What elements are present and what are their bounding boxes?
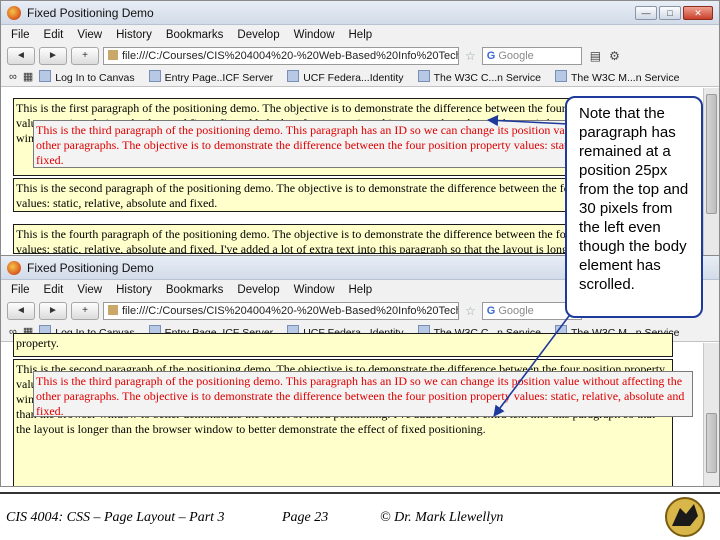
- menu-view[interactable]: View: [77, 29, 102, 41]
- window-title: Fixed Positioning Demo: [27, 260, 154, 275]
- menu-file[interactable]: File: [11, 29, 30, 41]
- menu-file[interactable]: File: [11, 284, 30, 296]
- menu-view[interactable]: View: [77, 284, 102, 296]
- window-controls: — □ ✕: [635, 5, 713, 20]
- forward-button[interactable]: ►: [39, 302, 67, 320]
- menu-edit[interactable]: Edit: [44, 284, 64, 296]
- scrollbar-thumb[interactable]: [706, 413, 717, 473]
- page-content: property. This is the second paragraph o…: [1, 333, 719, 486]
- file-icon: [108, 305, 118, 315]
- bookmark-item[interactable]: Entry Page..ICF Server: [149, 70, 274, 84]
- menu-develop[interactable]: Develop: [237, 284, 279, 296]
- menu-help[interactable]: Help: [349, 284, 373, 296]
- menu-edit[interactable]: Edit: [44, 29, 64, 41]
- page-icon[interactable]: ▤: [590, 49, 601, 63]
- google-icon: G: [486, 50, 496, 62]
- reading-glasses-icon[interactable]: ∞: [9, 71, 17, 83]
- file-icon: [108, 50, 118, 60]
- menu-window[interactable]: Window: [294, 284, 335, 296]
- vertical-scrollbar[interactable]: [703, 343, 719, 486]
- bookmark-item[interactable]: Log In to Canvas: [39, 70, 134, 84]
- grid-icon[interactable]: ▦: [23, 70, 33, 83]
- bookmark-star-icon[interactable]: ☆: [465, 304, 476, 318]
- new-tab-button[interactable]: +: [71, 47, 99, 65]
- firefox-icon: [7, 260, 21, 275]
- window-title: Fixed Positioning Demo: [27, 5, 154, 20]
- menu-develop[interactable]: Develop: [237, 29, 279, 41]
- menu-bar: File Edit View History Bookmarks Develop…: [1, 25, 719, 45]
- bookmark-item[interactable]: The W3C C...n Service: [418, 70, 541, 84]
- title-bar: Fixed Positioning Demo — □ ✕: [1, 1, 719, 25]
- address-bar[interactable]: file:///C:/Courses/CIS%204004%20-%20Web-…: [103, 302, 459, 320]
- forward-button[interactable]: ►: [39, 47, 67, 65]
- menu-history[interactable]: History: [116, 284, 152, 296]
- gear-icon[interactable]: ⚙: [609, 49, 620, 63]
- callout-note: Note that the paragraph has remained at …: [565, 96, 703, 318]
- bookmark-item[interactable]: UCF Federa...Identity: [287, 70, 403, 84]
- address-bar[interactable]: file:///C:/Courses/CIS%204004%20-%20Web-…: [103, 47, 459, 65]
- search-placeholder: Google: [498, 50, 534, 62]
- menu-bookmarks[interactable]: Bookmarks: [166, 29, 224, 41]
- menu-bookmarks[interactable]: Bookmarks: [166, 284, 224, 296]
- fixed-third-paragraph: This is the third paragraph of the posit…: [33, 371, 693, 417]
- bookmarks-bar: ∞ ▦ Log In to Canvas Entry Page..ICF Ser…: [1, 67, 719, 87]
- address-text: file:///C:/Courses/CIS%204004%20-%20Web-…: [122, 305, 459, 317]
- pegasus-logo-icon: [665, 497, 705, 537]
- scrolled-paragraph-tail: property.: [13, 333, 673, 357]
- google-icon: G: [486, 305, 496, 317]
- back-button[interactable]: ◄: [7, 47, 35, 65]
- address-text: file:///C:/Courses/CIS%204004%20-%20Web-…: [122, 50, 459, 62]
- bookmark-item[interactable]: The W3C M...n Service: [555, 70, 680, 84]
- maximize-button[interactable]: □: [659, 5, 681, 20]
- nav-bar: ◄ ► + file:///C:/Courses/CIS%204004%20-%…: [1, 45, 719, 67]
- scrollbar-thumb[interactable]: [706, 94, 717, 214]
- page-number: Page 23: [282, 510, 329, 525]
- menu-history[interactable]: History: [116, 29, 152, 41]
- back-button[interactable]: ◄: [7, 302, 35, 320]
- minimize-button[interactable]: —: [635, 5, 657, 20]
- search-input[interactable]: G Google: [481, 47, 582, 65]
- slide-footer: CIS 4004: CSS – Page Layout – Part 3 Pag…: [0, 492, 720, 540]
- menu-help[interactable]: Help: [349, 29, 373, 41]
- vertical-scrollbar[interactable]: [703, 88, 719, 255]
- bookmark-star-icon[interactable]: ☆: [465, 49, 476, 63]
- new-tab-button[interactable]: +: [71, 302, 99, 320]
- copyright: © Dr. Mark Llewellyn: [380, 510, 504, 525]
- search-placeholder: Google: [498, 305, 534, 317]
- firefox-icon: [7, 5, 21, 20]
- menu-window[interactable]: Window: [294, 29, 335, 41]
- course-title: CIS 4004: CSS – Page Layout – Part 3: [6, 510, 225, 525]
- close-button[interactable]: ✕: [683, 5, 713, 20]
